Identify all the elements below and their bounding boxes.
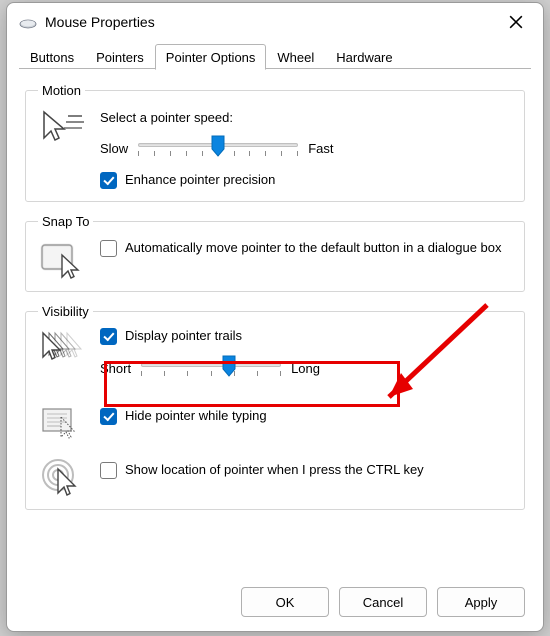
hide-typing-checkbox[interactable] xyxy=(100,408,117,425)
close-icon xyxy=(509,15,523,29)
mouse-properties-window: Mouse Properties Buttons Pointers Pointe… xyxy=(6,2,544,632)
snap-to-icon xyxy=(38,237,86,279)
tab-pointer-options[interactable]: Pointer Options xyxy=(155,44,267,70)
annotation-highlight xyxy=(104,361,400,407)
tab-wheel[interactable]: Wheel xyxy=(266,44,325,69)
tabs: Buttons Pointers Pointer Options Wheel H… xyxy=(7,41,543,69)
speed-slider-thumb[interactable] xyxy=(211,135,225,157)
cancel-button[interactable]: Cancel xyxy=(339,587,427,617)
ok-button[interactable]: OK xyxy=(241,587,329,617)
apply-button[interactable]: Apply xyxy=(437,587,525,617)
speed-slider[interactable] xyxy=(138,135,298,161)
ctrl-locate-checkbox[interactable] xyxy=(100,462,117,479)
enhance-precision-label: Enhance pointer precision xyxy=(125,171,275,189)
titlebar: Mouse Properties xyxy=(7,3,543,41)
snap-to-label: Automatically move pointer to the defaul… xyxy=(125,239,502,257)
tab-buttons[interactable]: Buttons xyxy=(19,44,85,69)
group-snap-to: Snap To Automatically move pointer to th… xyxy=(25,214,525,292)
speed-slow-label: Slow xyxy=(100,141,128,156)
tab-pointers[interactable]: Pointers xyxy=(85,44,155,69)
speed-label: Select a pointer speed: xyxy=(100,110,512,125)
tab-hardware[interactable]: Hardware xyxy=(325,44,403,69)
mouse-icon xyxy=(19,17,37,27)
dialog-buttons: OK Cancel Apply xyxy=(7,577,543,631)
ctrl-locate-label: Show location of pointer when I press th… xyxy=(125,461,424,479)
group-motion-legend: Motion xyxy=(38,83,85,98)
trails-icon xyxy=(38,327,86,365)
group-motion: Motion Select a pointer speed: Slow xyxy=(25,83,525,202)
tab-content: Motion Select a pointer speed: Slow xyxy=(7,69,543,577)
enhance-precision-checkbox[interactable] xyxy=(100,172,117,189)
display-trails-label: Display pointer trails xyxy=(125,327,242,345)
snap-to-checkbox[interactable] xyxy=(100,240,117,257)
display-trails-checkbox[interactable] xyxy=(100,328,117,345)
close-button[interactable] xyxy=(499,5,533,39)
group-snap-to-legend: Snap To xyxy=(38,214,93,229)
hide-typing-label: Hide pointer while typing xyxy=(125,407,267,425)
ctrl-locate-icon xyxy=(38,453,86,497)
speed-fast-label: Fast xyxy=(308,141,333,156)
hide-typing-icon xyxy=(38,401,86,439)
window-title: Mouse Properties xyxy=(45,14,499,30)
group-visibility-legend: Visibility xyxy=(38,304,93,319)
motion-cursor-icon xyxy=(38,106,86,144)
group-visibility: Visibility Display pointer trails xyxy=(25,304,525,510)
